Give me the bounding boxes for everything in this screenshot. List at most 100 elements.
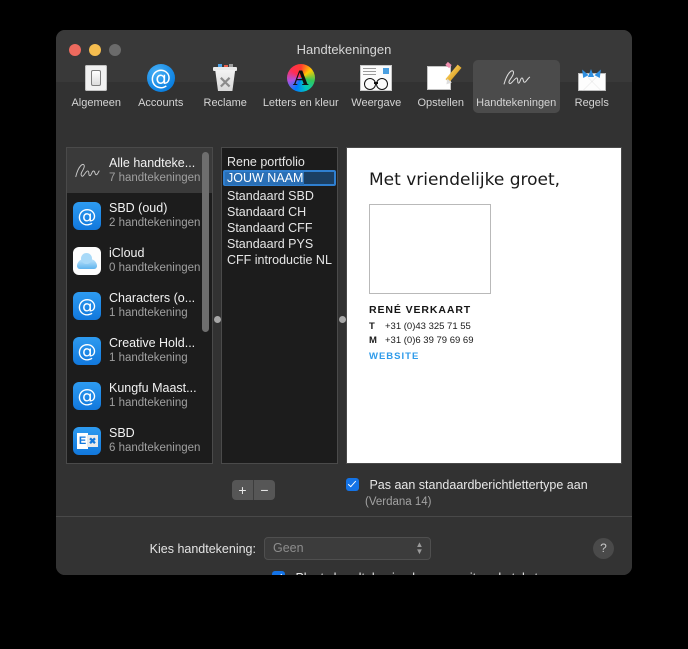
account-row-sbd[interactable]: E ✖ SBD 6 handtekeningen	[67, 418, 212, 463]
account-name: SBD (oud)	[109, 201, 168, 215]
font-checkbox-label: Pas aan standaardberichtlettertype aan	[369, 478, 588, 492]
signature-row[interactable]: Standaard CH	[222, 204, 337, 220]
preview-logo-placeholder	[369, 204, 491, 294]
toolbar-item-reclame[interactable]: ✕ Reclame	[193, 60, 257, 113]
toolbar-label: Letters en kleur	[262, 97, 339, 109]
add-remove-group: + −	[232, 480, 275, 500]
signature-icon	[73, 157, 101, 185]
place-signature-row[interactable]: Plaats handtekening boven geciteerde tek…	[272, 569, 538, 575]
font-checkbox-row[interactable]: Pas aan standaardberichtlettertype aan	[346, 476, 588, 494]
font-sub-label: (Verdana 14)	[365, 496, 432, 508]
at-sign-icon: @	[73, 336, 101, 365]
icloud-icon	[73, 246, 101, 275]
help-button[interactable]: ?	[593, 538, 614, 559]
preview-mobile-line: M +31 (0)6 39 79 69 69	[369, 335, 599, 346]
general-icon	[65, 63, 127, 93]
signature-row[interactable]: Rene portfolio	[222, 154, 337, 170]
toolbar-label: Weergave	[351, 97, 402, 109]
account-row-kungfu-maastricht[interactable]: @ Kungfu Maast... 1 handtekening	[67, 373, 212, 418]
font-checkbox[interactable]	[346, 478, 359, 491]
preview-greeting: Met vriendelijke groet,	[369, 170, 561, 190]
account-name: iCloud	[109, 246, 145, 260]
preview-phone-line: T +31 (0)43 325 71 55	[369, 321, 599, 332]
remove-signature-button[interactable]: −	[253, 480, 275, 500]
junk-trash-icon: ✕	[194, 63, 256, 93]
account-name: SBD	[109, 426, 135, 440]
pane-resize-handle-left[interactable]	[214, 316, 221, 323]
toolbar-label: Regels	[574, 97, 609, 109]
signature-list[interactable]: Rene portfolio JOUW NAAM Standaard SBD S…	[221, 147, 338, 464]
signature-row[interactable]: Standaard SBD	[222, 188, 337, 204]
toolbar-item-weergave[interactable]: Weergave	[344, 60, 408, 113]
pane-resize-handle-right[interactable]	[339, 316, 346, 323]
toolbar-item-regels[interactable]: Regels	[560, 60, 624, 113]
preferences-window: Handtekeningen Algemeen @ Accounts ✕ Rec…	[56, 30, 632, 575]
account-row-creative-holding[interactable]: @ Creative Hold... 1 handtekening	[67, 328, 212, 373]
toolbar-label: Algemeen	[71, 97, 122, 109]
choose-signature-value: Geen	[273, 541, 304, 555]
place-signature-label: Plaats handtekening boven geciteerde tek…	[295, 571, 538, 575]
choose-signature-label: Kies handtekening:	[149, 541, 256, 556]
signature-name-value: JOUW NAAM	[225, 170, 305, 185]
at-sign-icon: @	[73, 381, 101, 410]
account-count: 1 handtekening	[109, 397, 188, 409]
default-font-option: Pas aan standaardberichtlettertype aan (…	[346, 476, 588, 508]
place-signature-checkbox[interactable]	[272, 571, 285, 575]
account-name: Creative Hold...	[109, 336, 196, 350]
signatures-content: Alle handteke... 7 handtekeningen @ SBD …	[56, 138, 632, 575]
account-count: 6 handtekeningen	[109, 442, 201, 454]
toolbar-item-accounts[interactable]: @ Accounts	[128, 60, 192, 113]
rules-envelope-icon	[561, 63, 623, 93]
toolbar-label: Accounts	[138, 97, 184, 109]
account-count: 1 handtekening	[109, 352, 188, 364]
toolbar-item-handtekeningen[interactable]: Handtekeningen	[472, 60, 560, 113]
fonts-colors-icon: A	[258, 63, 343, 93]
signature-preview[interactable]: Met vriendelijke groet, RENÉ VERKAART T …	[346, 147, 622, 464]
toolbar-label: Handtekeningen	[476, 97, 557, 109]
exchange-icon: E ✖	[73, 426, 101, 455]
account-count: 1 handtekening	[109, 307, 188, 319]
signature-glyph	[503, 70, 531, 85]
account-count: 2 handtekeningen	[109, 217, 201, 229]
signature-row[interactable]: Standaard CFF	[222, 220, 337, 236]
preview-mobile-value: +31 (0)6 39 79 69 69	[385, 335, 474, 346]
preview-mobile-label: M	[369, 335, 377, 346]
account-count: 7 handtekeningen	[109, 172, 201, 184]
account-count: 0 handtekeningen	[109, 262, 201, 274]
accounts-list[interactable]: Alle handteke... 7 handtekeningen @ SBD …	[66, 147, 213, 464]
preview-website-link[interactable]: WEBSITE	[369, 351, 599, 362]
choose-signature-row: Kies handtekening: Geen ▲ ▼	[56, 537, 632, 560]
account-row-characters[interactable]: @ Characters (o... 1 handtekening	[67, 283, 212, 328]
signature-actions-row: + − Pas aan standaardberichtlettertype a…	[66, 468, 622, 508]
signature-icon	[474, 63, 559, 93]
toolbar-item-opstellen[interactable]: Opstellen	[408, 60, 472, 113]
at-sign-icon: @	[129, 63, 191, 93]
signature-row[interactable]: CFF introductie NL	[222, 252, 337, 268]
three-pane-area: Alle handteke... 7 handtekeningen @ SBD …	[66, 147, 622, 464]
bottom-section: Kies handtekening: Geen ▲▼ Plaats handte…	[56, 516, 632, 575]
at-sign-icon: @	[73, 201, 101, 230]
chevron-updown-icon: ▲ ▼	[415, 540, 424, 556]
add-signature-button[interactable]: +	[232, 480, 253, 500]
account-row-sbd-oud[interactable]: @ SBD (oud) 2 handtekeningen	[67, 193, 212, 238]
toolbar-label: Opstellen	[417, 97, 464, 109]
account-name: Kungfu Maast...	[109, 381, 197, 395]
toolbar-item-letters-en-kleur[interactable]: A Letters en kleur	[257, 60, 344, 113]
accounts-scrollbar[interactable]	[202, 152, 209, 332]
viewing-glasses-icon	[345, 63, 407, 93]
composing-pencil-icon	[409, 61, 471, 93]
account-row-alle-handtekeningen[interactable]: Alle handteke... 7 handtekeningen	[67, 148, 212, 193]
choose-signature-dropdown[interactable]: Geen ▲ ▼	[264, 537, 431, 560]
account-name: Characters (o...	[109, 291, 196, 305]
toolbar-label: Reclame	[203, 97, 247, 109]
signature-row[interactable]: Standaard PYS	[222, 236, 337, 252]
account-name: Alle handteke...	[109, 156, 196, 170]
account-row-icloud[interactable]: iCloud 0 handtekeningen	[67, 238, 212, 283]
toolbar-item-algemeen[interactable]: Algemeen	[64, 60, 128, 113]
signature-row-editing[interactable]: JOUW NAAM	[222, 170, 337, 188]
preview-signer-name: RENÉ VERKAART	[369, 304, 472, 316]
preview-phone-label: T	[369, 321, 375, 332]
window-title: Handtekeningen	[296, 42, 392, 57]
preferences-toolbar: Algemeen @ Accounts ✕ Reclame A Letters …	[56, 60, 632, 122]
signature-name-input[interactable]: JOUW NAAM	[223, 170, 336, 186]
